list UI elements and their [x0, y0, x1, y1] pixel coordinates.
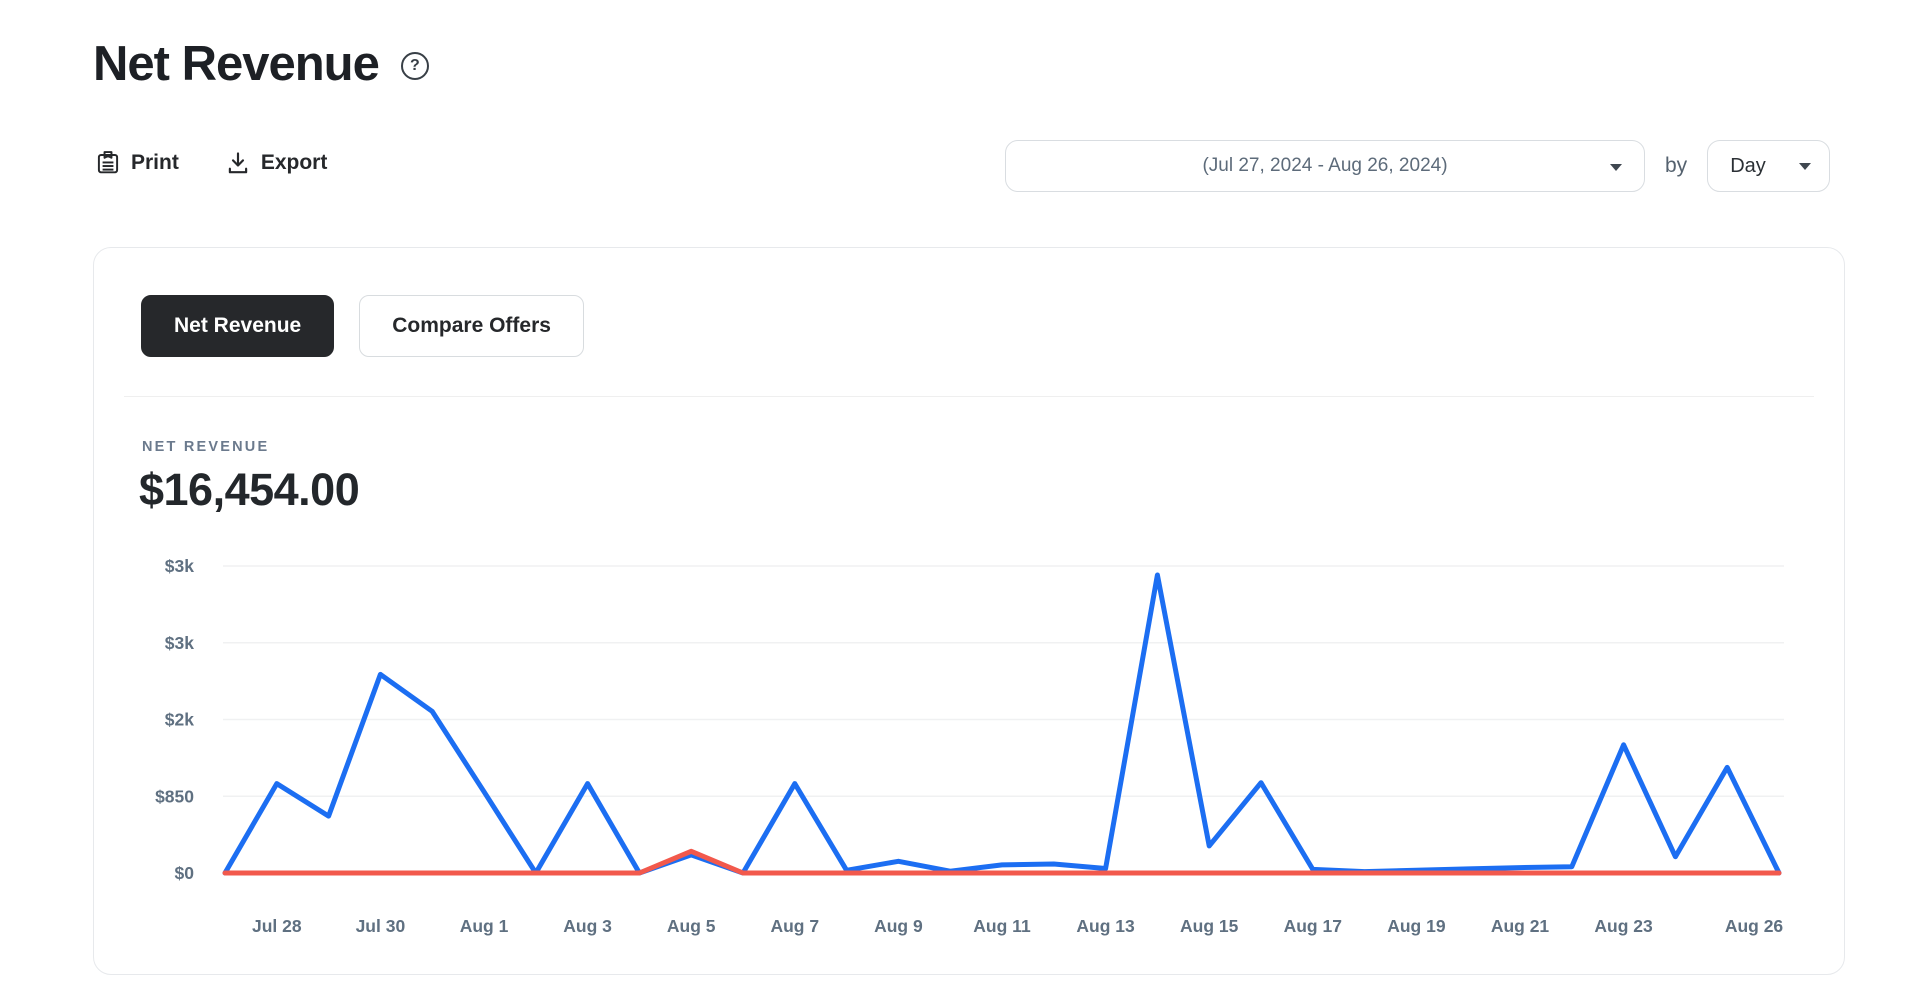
y-axis-tick: $3k: [165, 556, 194, 576]
print-button[interactable]: Print: [95, 150, 179, 176]
x-axis-tick: Aug 7: [770, 916, 819, 936]
help-icon[interactable]: ?: [400, 52, 429, 80]
x-axis-tick: Aug 23: [1594, 916, 1653, 936]
x-axis-tick: Aug 21: [1491, 916, 1550, 936]
y-axis-tick: $0: [175, 863, 195, 883]
print-icon: [95, 150, 121, 176]
y-axis-tick: $850: [155, 786, 194, 806]
by-label: by: [1665, 154, 1688, 177]
export-label: Export: [260, 151, 328, 174]
x-axis-tick: Jul 28: [252, 916, 302, 936]
chevron-down-icon: [1610, 164, 1622, 171]
x-axis-tick: Aug 17: [1284, 916, 1342, 936]
x-axis-tick: Aug 15: [1180, 916, 1239, 936]
x-axis-tick: Jul 30: [356, 916, 406, 936]
interval-value: Day: [1730, 154, 1766, 177]
y-axis-tick: $3k: [165, 633, 194, 653]
page-header: Net Revenue ?: [93, 36, 429, 92]
page-title: Net Revenue: [93, 37, 380, 91]
filters-bar: (Jul 27, 2024 - Aug 26, 2024) by Day: [1005, 140, 1831, 192]
comparison-line: [222, 848, 1782, 876]
x-axis-tick: Aug 26: [1725, 916, 1784, 936]
toolbar: Print Export: [95, 150, 327, 176]
net-revenue-card: Net Revenue Compare Offers NET REVENUE $…: [93, 247, 1845, 975]
interval-select[interactable]: Day: [1707, 140, 1831, 192]
x-axis-tick: Aug 19: [1387, 916, 1446, 936]
print-label: Print: [131, 151, 179, 174]
x-axis-tick: Aug 11: [973, 916, 1031, 936]
net-revenue-line: [222, 572, 1782, 876]
x-axis-tick: Aug 9: [874, 916, 923, 936]
download-icon: [225, 150, 251, 176]
x-axis-tick: Aug 13: [1076, 916, 1135, 936]
y-axis-tick: $2k: [165, 710, 194, 730]
x-axis-tick: Aug 3: [563, 916, 612, 936]
x-axis-tick: Aug 1: [460, 916, 509, 936]
chevron-down-icon: [1799, 162, 1812, 170]
date-range-value: (Jul 27, 2024 - Aug 26, 2024): [1202, 155, 1448, 176]
x-axis-tick: Aug 5: [667, 916, 716, 936]
export-button[interactable]: Export: [225, 150, 328, 176]
revenue-chart[interactable]: $0 $850 $2k $3k $3k Jul 28 Jul 30 Aug 1 Aug 3 Aug…: [94, 248, 1846, 976]
date-range-select[interactable]: (Jul 27, 2024 - Aug 26, 2024): [1005, 140, 1645, 192]
